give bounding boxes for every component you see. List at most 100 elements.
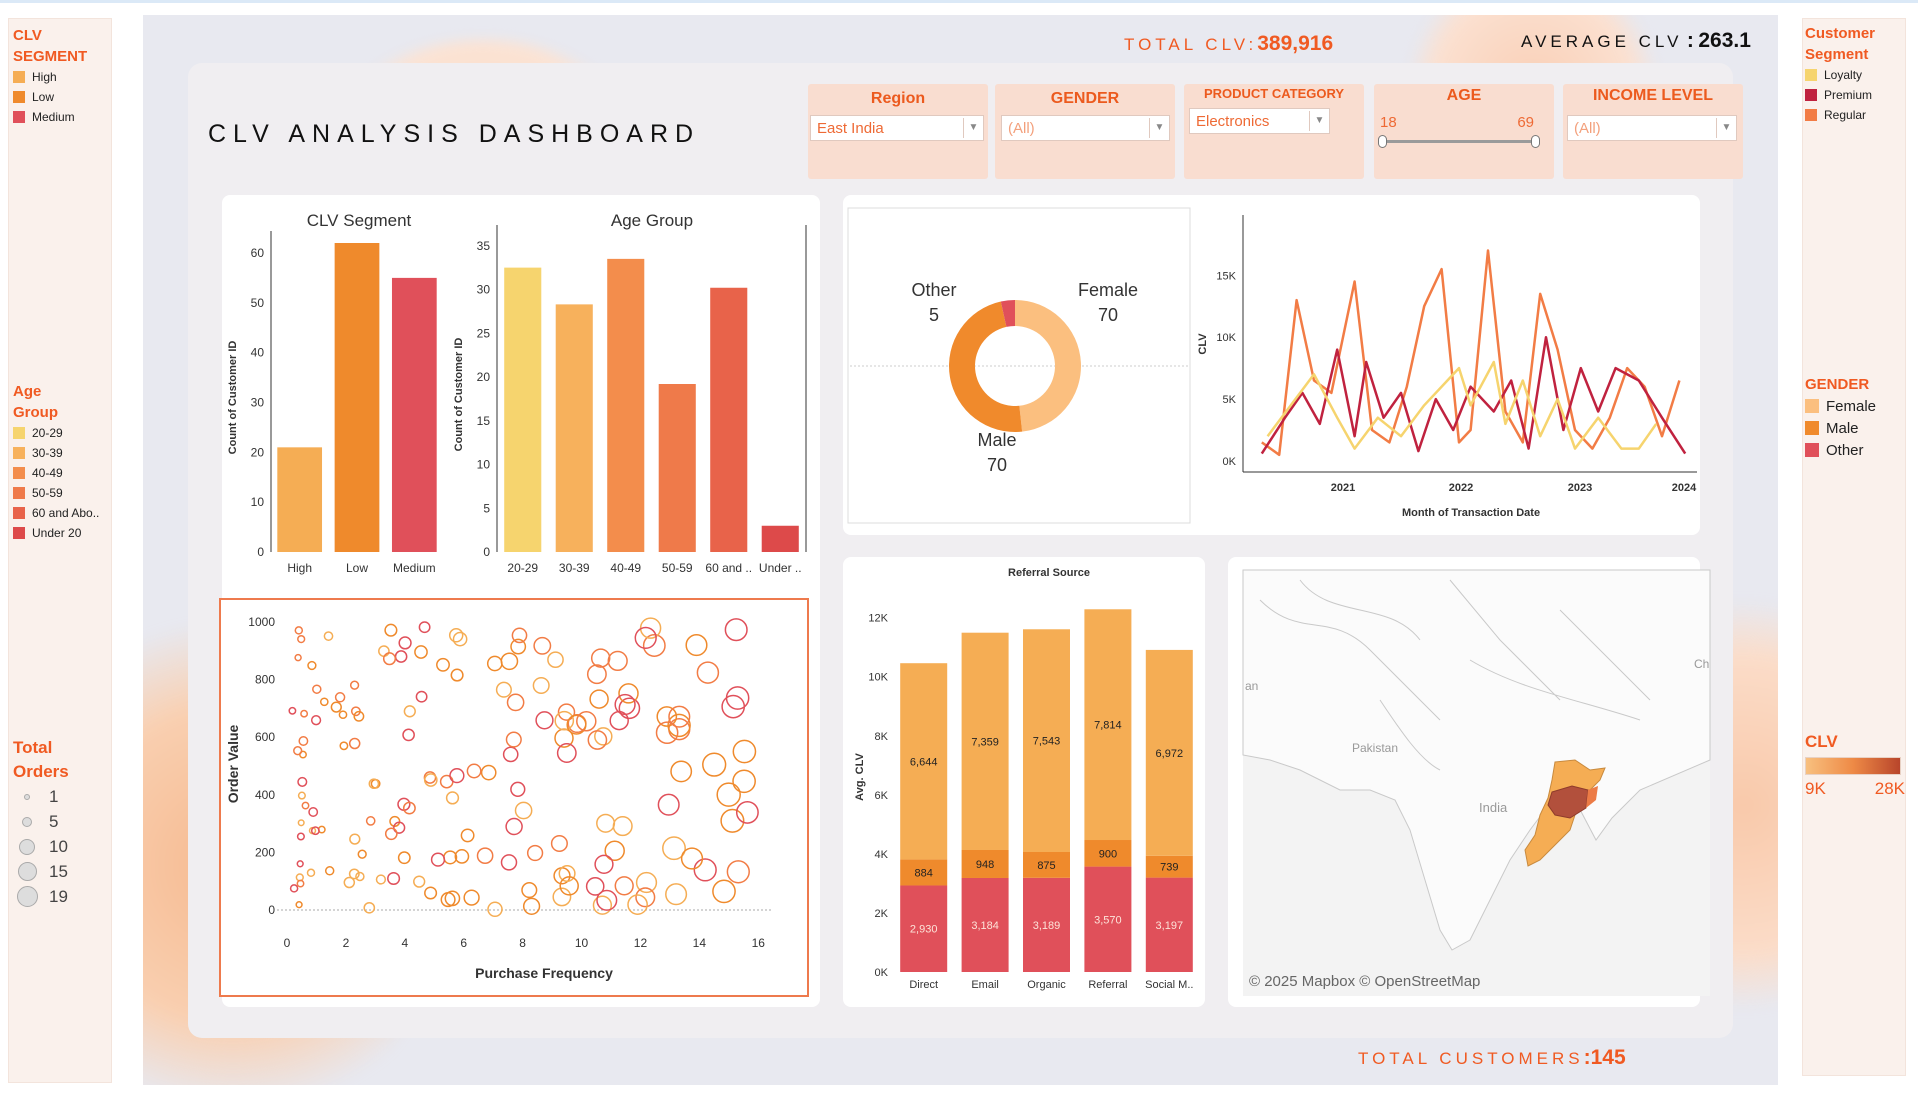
- x-tick-label: 20-29: [507, 561, 538, 575]
- y-tick-label: 4K: [875, 849, 889, 861]
- series-line[interactable]: [1261, 249, 1681, 457]
- age-group-chart: Age Group 0 5 10 15 20 25 30 35 Count of Customer…: [453, 211, 807, 575]
- map-label: Ch: [1694, 657, 1709, 671]
- x-tick-label: Referral: [1088, 979, 1127, 991]
- bar[interactable]: [504, 267, 542, 552]
- y-tick-label: 12K: [868, 613, 888, 625]
- x-tick-label: Direct: [909, 979, 938, 991]
- y-axis-label: Count of Customer ID: [227, 341, 239, 455]
- bar[interactable]: [607, 258, 645, 552]
- y-tick-label: 5K: [1223, 394, 1237, 406]
- y-tick-label: 400: [255, 788, 275, 802]
- x-tick-label: Social M..: [1145, 979, 1193, 991]
- y-tick-label: 20: [477, 370, 491, 384]
- map-label: an: [1245, 679, 1258, 693]
- donut-slice[interactable]: [1015, 299, 1082, 432]
- x-tick-label: 60 and ..: [705, 561, 752, 575]
- x-tick-label: High: [287, 561, 312, 575]
- x-tick-label: Low: [346, 561, 368, 575]
- x-tick-label: 2021: [1331, 482, 1355, 494]
- y-tick-label: 2K: [875, 908, 889, 920]
- x-tick-label: 2024: [1672, 482, 1697, 494]
- y-axis-label: CLV: [1197, 333, 1209, 355]
- y-tick-label: 10: [477, 458, 491, 472]
- x-tick-label: 2023: [1568, 482, 1592, 494]
- map-label: India: [1479, 800, 1508, 815]
- clv-trend-chart: 0K 5K 10K 15K 2021 2022 2023 2024 Month of Trans…: [1197, 215, 1697, 519]
- clv-segment-chart: CLV Segment 0 10 20 30 40 50 60 Count of Custome…: [227, 211, 437, 575]
- x-tick-label: 2: [343, 936, 350, 950]
- data-label: 2,930: [910, 924, 938, 936]
- y-tick-label: 1000: [248, 615, 275, 629]
- slice-value: 70: [1098, 305, 1118, 325]
- x-tick-label: 14: [693, 936, 707, 950]
- data-label: 7,814: [1094, 720, 1122, 732]
- x-tick-label: 50-59: [662, 561, 693, 575]
- data-label: 6,972: [1156, 748, 1184, 760]
- x-tick-label: 2022: [1449, 482, 1473, 494]
- y-tick-label: 10: [251, 495, 265, 509]
- y-tick-label: 6K: [875, 790, 889, 802]
- x-axis-label: Purchase Frequency: [475, 965, 613, 981]
- y-tick-label: 800: [255, 673, 275, 687]
- y-tick-label: 15: [477, 414, 491, 428]
- charts-layer: an Pakistan India Ch © 2025 Mapbox © OpenStr…: [219, 207, 1711, 997]
- bar[interactable]: [710, 287, 748, 552]
- y-tick-label: 0: [483, 545, 490, 559]
- x-tick-label: Medium: [393, 561, 436, 575]
- y-tick-label: 60: [251, 246, 265, 260]
- x-tick-label: 40-49: [610, 561, 641, 575]
- y-tick-label: 30: [477, 283, 491, 297]
- chart-title: Age Group: [611, 211, 693, 230]
- y-tick-label: 10K: [1216, 332, 1236, 344]
- data-label: 875: [1037, 860, 1055, 872]
- x-tick-label: 12: [634, 936, 648, 950]
- y-tick-label: 0K: [875, 967, 889, 979]
- chart-title: Referral Source: [1008, 567, 1090, 579]
- data-label: 739: [1160, 862, 1178, 874]
- bar[interactable]: [277, 447, 323, 552]
- map-view[interactable]: an Pakistan India Ch © 2025 Mapbox © OpenStr…: [1242, 569, 1711, 996]
- y-tick-label: 600: [255, 730, 275, 744]
- data-label: 3,197: [1156, 920, 1184, 932]
- data-label: 6,644: [910, 756, 938, 768]
- y-tick-label: 25: [477, 326, 491, 340]
- data-label: 3,189: [1033, 920, 1061, 932]
- bar[interactable]: [658, 384, 696, 552]
- slice-label: Female: [1078, 280, 1138, 300]
- bar[interactable]: [334, 243, 380, 552]
- data-label: 884: [915, 867, 933, 879]
- bar[interactable]: [761, 525, 799, 552]
- kpi-label: TOTAL CUSTOMERS: [1358, 1049, 1584, 1068]
- gender-donut-chart: Female 70 Male 70 Other 5: [850, 280, 1190, 475]
- y-tick-label: 0K: [1223, 456, 1237, 468]
- y-tick-label: 200: [255, 845, 275, 859]
- y-tick-label: 20: [251, 445, 265, 459]
- x-tick-label: 8: [519, 936, 526, 950]
- slice-value: 5: [929, 305, 939, 325]
- y-tick-label: 0: [268, 903, 275, 917]
- bar[interactable]: [391, 277, 437, 552]
- map-attribution: © 2025 Mapbox © OpenStreetMap: [1249, 973, 1480, 990]
- x-tick-label: 0: [284, 936, 291, 950]
- y-tick-label: 0: [257, 545, 264, 559]
- x-tick-label: Organic: [1027, 979, 1066, 991]
- data-label: 7,543: [1033, 736, 1061, 748]
- y-tick-label: 30: [251, 395, 265, 409]
- map-label: Pakistan: [1352, 741, 1398, 755]
- y-tick-label: 15K: [1216, 270, 1236, 282]
- x-tick-label: 10: [575, 936, 589, 950]
- data-label: 3,184: [971, 920, 999, 932]
- chart-title: CLV Segment: [307, 211, 412, 230]
- x-tick-label: 30-39: [559, 561, 590, 575]
- bar[interactable]: [555, 304, 593, 552]
- y-tick-label: 40: [251, 346, 265, 360]
- slice-label: Male: [977, 430, 1016, 450]
- y-tick-label: 5: [483, 501, 490, 515]
- y-tick-label: 35: [477, 239, 491, 253]
- x-tick-label: Under ..: [759, 561, 802, 575]
- slice-value: 70: [987, 455, 1007, 475]
- data-label: 948: [976, 859, 994, 871]
- data-label: 3,570: [1094, 914, 1122, 926]
- kpi-value: :145: [1583, 1046, 1626, 1069]
